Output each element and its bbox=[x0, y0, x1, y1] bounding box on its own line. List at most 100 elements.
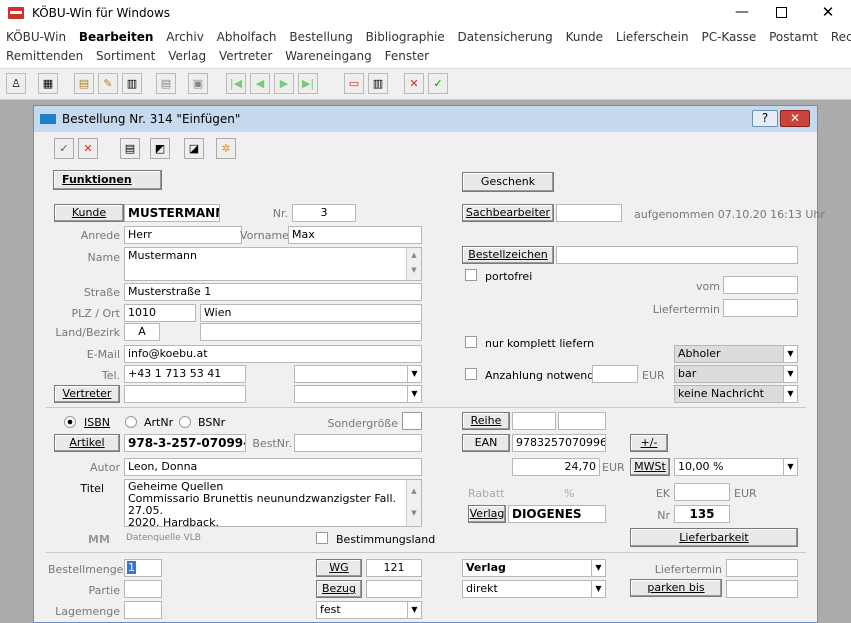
edit-icon[interactable]: ✎ bbox=[98, 73, 118, 94]
anzahlung-checkbox[interactable] bbox=[465, 368, 477, 380]
bezugsart-select[interactable]: Verlag ▼ bbox=[462, 559, 606, 577]
liefertermin-field[interactable] bbox=[726, 559, 798, 577]
menu-sortiment[interactable]: Sortiment bbox=[96, 49, 155, 63]
menu-remittenden[interactable]: Remittenden bbox=[6, 49, 83, 63]
isbn-field[interactable]: 978-3-257-07099-6 bbox=[124, 434, 246, 452]
name-scrollbar[interactable]: ▲ ▼ bbox=[406, 248, 421, 280]
vertreter-field[interactable] bbox=[124, 385, 246, 403]
bestellzeichen-button[interactable]: Bestellzeichen bbox=[462, 246, 554, 264]
weg-select[interactable]: direkt ▼ bbox=[462, 580, 606, 598]
dlg-cancel-x-icon[interactable]: ✕ bbox=[78, 138, 98, 159]
tel-type-select[interactable]: ▼ bbox=[294, 365, 422, 383]
vorname-field[interactable]: Max bbox=[288, 226, 422, 244]
menu-fenster[interactable]: Fenster bbox=[385, 49, 430, 63]
abholer-select[interactable]: Abholer ▼ bbox=[674, 345, 798, 363]
anrede-field[interactable]: Herr bbox=[124, 226, 242, 244]
ean-field[interactable]: 9783257070996 bbox=[512, 434, 606, 452]
vertreter-button[interactable]: Vertreter bbox=[54, 385, 120, 403]
menu-pc-kasse[interactable]: PC-Kasse bbox=[701, 30, 756, 44]
mwst-select[interactable]: 10,00 % ▼ bbox=[674, 458, 798, 476]
plusminus-button[interactable]: +/- bbox=[630, 434, 668, 452]
name-field[interactable]: Mustermann bbox=[124, 247, 422, 281]
autor-field[interactable]: Leon, Donna bbox=[124, 458, 422, 476]
close-icon[interactable]: ✕ bbox=[818, 3, 838, 23]
vom-field[interactable] bbox=[723, 276, 798, 294]
menu-rechnung[interactable]: Rechnung bbox=[831, 30, 851, 44]
calculator-icon[interactable]: ▦ bbox=[38, 73, 58, 94]
parken-bis-button[interactable]: parken bis bbox=[630, 579, 722, 597]
funktionen-button[interactable]: Funktionen bbox=[53, 170, 162, 190]
menu-koebu-win[interactable]: KÖBU-Win bbox=[6, 30, 66, 44]
wg-button[interactable]: WG bbox=[316, 559, 362, 577]
dlg-card-icon[interactable]: ◩ bbox=[150, 138, 170, 159]
sachbearbeiter-button[interactable]: Sachbearbeiter bbox=[462, 204, 554, 222]
reihe-button[interactable]: Reihe bbox=[462, 412, 510, 430]
window-red-icon[interactable]: ▭ bbox=[344, 73, 364, 94]
titel-field[interactable]: Geheime Quellen Commissario Brunettis ne… bbox=[124, 479, 422, 527]
mwst-button[interactable]: MWSt bbox=[630, 458, 670, 476]
menu-verlag[interactable]: Verlag bbox=[168, 49, 206, 63]
bezug-button[interactable]: Bezug bbox=[316, 580, 362, 598]
dlg-print-icon[interactable]: ▤ bbox=[120, 138, 140, 159]
last-record-icon[interactable]: ▶| bbox=[298, 73, 318, 94]
artikel-button[interactable]: Artikel bbox=[54, 434, 120, 452]
isbn-radio[interactable] bbox=[64, 416, 76, 428]
minimize-icon[interactable]: — bbox=[732, 4, 752, 22]
bezug-select[interactable]: fest ▼ bbox=[316, 601, 422, 619]
prev-record-icon[interactable]: ◀ bbox=[250, 73, 270, 94]
bezirk-field[interactable] bbox=[200, 323, 422, 341]
ort-field[interactable]: Wien bbox=[200, 304, 422, 322]
menu-wareneingang[interactable]: Wareneingang bbox=[285, 49, 372, 63]
geschenk-button[interactable]: Geschenk bbox=[462, 172, 554, 192]
portofrei-checkbox[interactable] bbox=[465, 269, 477, 281]
menu-lieferschein[interactable]: Lieferschein bbox=[616, 30, 689, 44]
dialog-close-button[interactable]: ✕ bbox=[780, 110, 810, 127]
menu-vertreter[interactable]: Vertreter bbox=[219, 49, 272, 63]
menu-archiv[interactable]: Archiv bbox=[166, 30, 204, 44]
liefertermin-top-field[interactable] bbox=[723, 299, 798, 317]
ean-button[interactable]: EAN bbox=[462, 434, 510, 452]
verlag-button[interactable]: Verlag bbox=[468, 505, 506, 523]
dlg-sun-icon[interactable]: ✲ bbox=[216, 138, 236, 159]
nur-komplett-checkbox[interactable] bbox=[465, 336, 477, 348]
bsnr-radio[interactable] bbox=[179, 416, 191, 428]
verlag-field[interactable]: DIOGENES bbox=[508, 505, 606, 523]
anzahlung-field[interactable] bbox=[592, 365, 638, 383]
reihe-field-1[interactable] bbox=[512, 412, 556, 430]
tel-field[interactable]: +43 1 713 53 41 bbox=[124, 365, 246, 383]
land-field[interactable]: A bbox=[124, 323, 160, 341]
bestnr-field[interactable] bbox=[294, 434, 422, 452]
bezug-extra-field[interactable] bbox=[366, 580, 422, 598]
wg-field[interactable]: 121 bbox=[366, 559, 422, 577]
menu-bestellung[interactable]: Bestellung bbox=[289, 30, 352, 44]
plz-field[interactable]: 1010 bbox=[124, 304, 196, 322]
next-record-icon[interactable]: ▶ bbox=[274, 73, 294, 94]
titel-scrollbar[interactable]: ▲ ▼ bbox=[406, 480, 421, 526]
sondergroesse-checkbox[interactable] bbox=[402, 412, 422, 430]
cancel-x-icon[interactable]: ✕ bbox=[404, 73, 424, 94]
parken-bis-field[interactable] bbox=[726, 580, 798, 598]
menu-postamt[interactable]: Postamt bbox=[769, 30, 818, 44]
strasse-field[interactable]: Musterstraße 1 bbox=[124, 283, 422, 301]
form-icon[interactable]: ▥ bbox=[122, 73, 142, 94]
menu-datensicherung[interactable]: Datensicherung bbox=[458, 30, 553, 44]
confirm-check-icon[interactable]: ✓ bbox=[428, 73, 448, 94]
email-field[interactable]: info@koebu.at bbox=[124, 345, 422, 363]
verlag-nr-field[interactable]: 135 bbox=[674, 505, 730, 523]
menu-bearbeiten[interactable]: Bearbeiten bbox=[79, 30, 154, 44]
bestimmungsland-checkbox[interactable] bbox=[316, 532, 328, 544]
preis-field[interactable]: 24,70 bbox=[512, 458, 600, 476]
person-icon[interactable]: ♙ bbox=[6, 73, 26, 94]
kunde-button[interactable]: Kunde bbox=[54, 204, 124, 222]
dlg-contrast-icon[interactable]: ◪ bbox=[184, 138, 204, 159]
artnr-radio[interactable] bbox=[125, 416, 137, 428]
sachbearbeiter-field[interactable] bbox=[556, 204, 622, 222]
first-record-icon[interactable]: |◀ bbox=[226, 73, 246, 94]
partie-field[interactable] bbox=[124, 580, 162, 598]
vertreter-select[interactable]: ▼ bbox=[294, 385, 422, 403]
kunde-field[interactable]: MUSTERMANN bbox=[124, 204, 220, 222]
lagermenge-field[interactable] bbox=[124, 601, 162, 619]
menu-abholfach[interactable]: Abholfach bbox=[217, 30, 277, 44]
list-icon[interactable]: ▤ bbox=[156, 73, 176, 94]
image-icon[interactable]: ▣ bbox=[188, 73, 208, 94]
